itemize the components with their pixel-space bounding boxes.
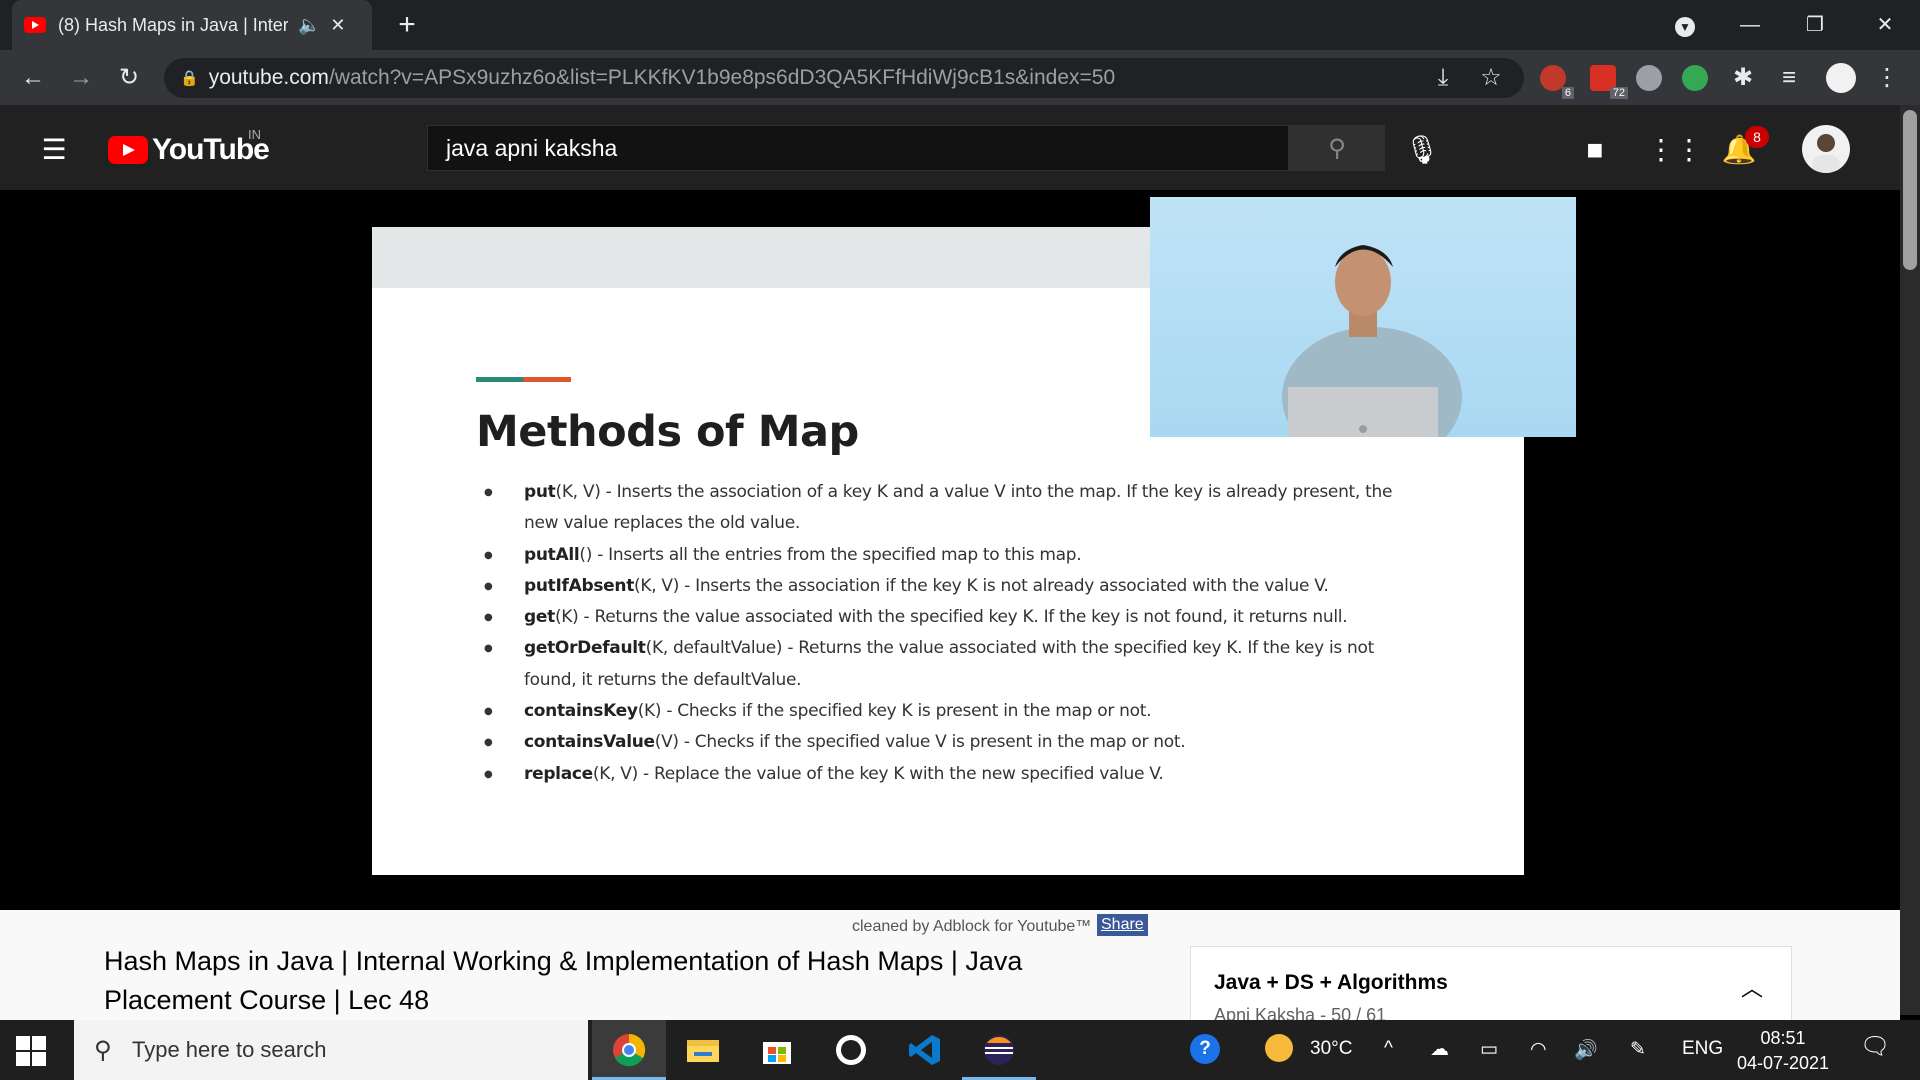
tab-search-icon[interactable]: ▼ [1655, 6, 1715, 44]
region-code: IN [248, 127, 261, 142]
methods-list: put(K, V) - Inserts the association of a… [484, 477, 1404, 790]
method-item: putIfAbsent(K, V) - Inserts the associat… [484, 571, 1404, 603]
hamburger-menu-icon[interactable]: ☰ [34, 133, 74, 167]
address-bar[interactable]: 🔒 youtube.com/watch?v=APSx9uzhz6o&list=P… [164, 58, 1524, 98]
apps-grid-icon[interactable]: ⋮⋮ [1647, 133, 1703, 167]
method-item: get(K) - Returns the value associated wi… [484, 602, 1404, 634]
method-item: containsKey(K) - Checks if the specified… [484, 696, 1404, 728]
github-desktop-icon[interactable] [814, 1020, 888, 1080]
color-extension-icon[interactable] [1682, 65, 1708, 91]
weather-temp[interactable]: 30°C [1310, 1038, 1352, 1060]
method-item: put(K, V) - Inserts the association of a… [484, 477, 1404, 540]
minimize-button[interactable]: — [1720, 6, 1780, 44]
battery-icon[interactable]: ▭ [1480, 1038, 1498, 1061]
pen-icon[interactable]: ✎ [1630, 1038, 1646, 1061]
youtube-logo[interactable]: YouTube IN [108, 127, 270, 167]
browser-toolbar: ← → ↻ 🔒 youtube.com/watch?v=APSx9uzhz6o&… [0, 50, 1920, 105]
pdf-extension-icon[interactable]: 72 [1590, 65, 1628, 99]
language-indicator[interactable]: ENG [1682, 1038, 1723, 1060]
browser-tab-strip: (8) Hash Maps in Java | Intern 🔈 ✕ + ▼ —… [0, 0, 1920, 50]
windows-taskbar: Type here to search ⚲ ? 30°C ^ ☁ ▭ ◠ 🔊 ✎… [0, 1020, 1920, 1080]
media-queue-icon[interactable]: ≡ [1772, 61, 1806, 95]
bookmark-star-icon[interactable]: ☆ [1474, 61, 1508, 95]
playlist-panel[interactable]: Java + DS + Algorithms Apni Kaksha - 50 … [1190, 946, 1792, 1026]
presenter-webcam [1150, 197, 1576, 437]
notification-badge: 8 [1745, 126, 1769, 148]
microphone-icon[interactable]: 🎙 [1402, 133, 1442, 167]
menu-kebab-icon[interactable]: ⋮ [1870, 61, 1904, 95]
page-scrollbar-thumb[interactable] [1903, 110, 1917, 270]
onedrive-cloud-icon[interactable]: ☁ [1430, 1038, 1449, 1061]
video-info-section: cleaned by Adblock for Youtube™ Share Ha… [0, 910, 1900, 1026]
windows-start-icon[interactable] [14, 1034, 46, 1066]
reload-button[interactable]: ↻ [112, 61, 146, 95]
taskbar-search-input[interactable]: Type here to search [74, 1020, 588, 1080]
method-item: containsValue(V) - Checks if the specifi… [484, 727, 1404, 759]
weather-icon[interactable] [1265, 1034, 1293, 1068]
eclipse-icon[interactable] [962, 1020, 1036, 1080]
clock-date: 04-07-2021 [1736, 1053, 1830, 1073]
adblock-extension-icon[interactable]: 6 [1540, 65, 1574, 99]
lock-icon[interactable]: 🔒 [180, 69, 199, 87]
account-avatar[interactable] [1802, 125, 1850, 173]
chrome-taskbar-icon[interactable] [592, 1020, 666, 1080]
search-button[interactable]: ⚲ [1289, 125, 1385, 171]
install-icon[interactable]: ⤓ [1426, 61, 1460, 95]
tab-close-icon[interactable]: ✕ [330, 15, 345, 36]
method-item: putAll() - Inserts all the entries from … [484, 540, 1404, 572]
youtube-header: ☰ YouTube IN java apni kaksha ⚲ 🎙 ■ ⋮⋮ 🔔… [0, 105, 1920, 190]
wifi-icon[interactable]: ◠ [1530, 1038, 1547, 1061]
clock[interactable]: 08:51 04-07-2021 [1733, 1026, 1833, 1076]
new-tab-button[interactable]: + [390, 8, 424, 42]
back-button[interactable]: ← [16, 61, 50, 95]
file-explorer-icon[interactable] [666, 1020, 740, 1080]
microsoft-store-icon[interactable] [740, 1020, 814, 1080]
extension-icon[interactable] [1636, 65, 1662, 91]
url-text: youtube.com/watch?v=APSx9uzhz6o&list=PLK… [208, 66, 1116, 89]
youtube-play-icon [108, 136, 148, 164]
slide-accent-line [476, 377, 571, 382]
browser-tab[interactable]: (8) Hash Maps in Java | Intern 🔈 ✕ [12, 0, 372, 50]
search-input[interactable]: java apni kaksha [427, 125, 1289, 171]
adblock-notice: cleaned by Adblock for Youtube™ [852, 918, 1092, 935]
volume-icon[interactable]: 🔊 [1574, 1038, 1598, 1062]
chevron-up-icon[interactable]: ︿ [1741, 971, 1763, 1003]
speaker-icon[interactable]: 🔈 [298, 15, 320, 36]
restore-button[interactable]: ❐ [1785, 6, 1845, 44]
extensions-puzzle-icon[interactable]: ✱ [1726, 61, 1760, 95]
close-window-button[interactable]: ✕ [1855, 6, 1915, 44]
youtube-favicon-icon [24, 17, 46, 33]
slide-title: Methods of Map [476, 407, 859, 457]
search-icon: ⚲ [94, 1037, 112, 1064]
method-item: getOrDefault(K, defaultValue) - Returns … [484, 633, 1404, 696]
notification-center-icon[interactable]: 🗨 [1860, 1032, 1890, 1061]
chevron-up-icon[interactable]: ^ [1384, 1038, 1393, 1060]
create-video-icon[interactable]: ■ [1575, 133, 1615, 167]
adblock-share-button[interactable]: Share [1097, 914, 1148, 936]
video-title: Hash Maps in Java | Internal Working & I… [104, 946, 1023, 1015]
tab-title: (8) Hash Maps in Java | Intern [58, 14, 288, 35]
playlist-title[interactable]: Java + DS + Algorithms [1214, 971, 1448, 995]
forward-button[interactable]: → [64, 61, 98, 95]
help-icon[interactable]: ? [1190, 1034, 1220, 1064]
method-item: replace(K, V) - Replace the value of the… [484, 759, 1404, 791]
vscode-icon[interactable] [888, 1020, 962, 1080]
clock-time: 08:51 [1760, 1028, 1806, 1048]
profile-avatar[interactable] [1826, 63, 1856, 93]
